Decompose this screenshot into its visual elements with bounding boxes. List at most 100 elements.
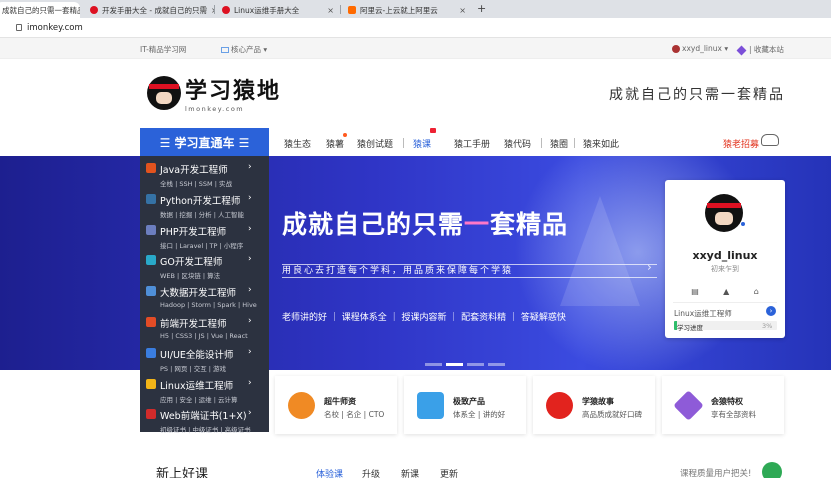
menu-item-title: Java开发工程师 xyxy=(160,165,228,176)
chevron-right-icon[interactable]: › xyxy=(647,260,652,274)
progress-value: 3% xyxy=(762,322,773,330)
menu-item-tags: 数据 | 挖掘 | 分析 | 人工智能 xyxy=(160,210,244,219)
category-icon xyxy=(146,409,156,420)
feature-membership[interactable]: 会猿特权 享有全部资料 xyxy=(662,376,784,434)
menu-item[interactable]: Linux运维工程师 › 应用 | 安全 | 运维 | 云计算 xyxy=(140,376,269,407)
chevron-right-icon: › xyxy=(248,223,252,234)
menu-item-tags: 全栈 | SSH | SSM | 实战 xyxy=(160,180,232,188)
logo-title: 学习猿地 xyxy=(185,78,282,104)
menu-item[interactable]: Java开发工程师 › 全栈 | SSH | SSM | 实战 xyxy=(140,160,269,191)
nav-item-yuanshu[interactable]: 猿薯 xyxy=(326,137,344,150)
menu-item[interactable]: GO开发工程师 › WEB | 区块链 | 算法 xyxy=(140,252,269,283)
menu-item[interactable]: Web前端证书(1+X) › 初级证书 | 中级证书 | 高级证书 xyxy=(140,406,269,437)
menu-item-title: PHP开发工程师 xyxy=(160,226,227,238)
menu-item-title: Web前端证书(1+X) xyxy=(160,411,247,423)
slide-dot[interactable] xyxy=(425,363,442,366)
close-icon[interactable]: × xyxy=(455,6,466,15)
close-icon[interactable]: × xyxy=(207,6,214,15)
user-menu[interactable]: xxyd_linux ▾ xyxy=(672,44,728,53)
site-logo[interactable]: 学习猿地 lmonkey.com xyxy=(147,73,281,113)
category-menu: Java开发工程师 › 全栈 | SSH | SSM | 实战 Python开发工程师… xyxy=(140,156,269,434)
tab-title: Linux运维手册大全 xyxy=(234,5,300,15)
online-status-icon xyxy=(740,221,746,227)
nav-item-code[interactable]: 猿代码 xyxy=(504,137,531,150)
browser-tab[interactable]: 开发手册大全 - 成就自己的只需 × xyxy=(84,2,214,18)
url-text[interactable]: imonkey.com xyxy=(27,23,83,33)
learning-category-button[interactable]: ☰ 学习直通车 ☰ xyxy=(140,128,269,156)
slide-indicators xyxy=(425,363,505,366)
nav-item-about[interactable]: 猿来如此 xyxy=(583,137,619,150)
user-name[interactable]: xxyd_linux xyxy=(665,249,785,262)
close-icon[interactable]: × xyxy=(323,6,334,15)
tab-new[interactable]: 新课 xyxy=(401,467,419,478)
nav-item-circle[interactable]: 猿圈 xyxy=(550,137,568,150)
menu-item[interactable]: Python开发工程师 › 数据 | 挖掘 | 分析 | 人工智能 xyxy=(140,191,269,222)
hot-badge xyxy=(430,128,436,133)
progress-label: 学习进度 xyxy=(677,324,703,332)
browser-tab[interactable]: 阿里云-上云就上阿里云 × xyxy=(342,2,472,18)
browser-tab[interactable]: Linux运维手册大全 × xyxy=(216,2,340,18)
menu-item-tags: PS | 网页 | 交互 | 游戏 xyxy=(160,364,227,373)
nav-divider xyxy=(574,138,575,148)
nav-item-ecosystem[interactable]: 猿生态 xyxy=(284,137,311,150)
nav-item-courses[interactable]: 猿课 xyxy=(413,137,431,150)
note-icon[interactable]: ▤ xyxy=(691,287,699,296)
category-icon xyxy=(146,317,156,327)
menu-item-tags: 接口 | Laravel | TP | 小程序 xyxy=(160,241,244,250)
category-icon xyxy=(146,255,156,266)
browser-tab-active[interactable]: 成就自己的只需一套精品 × xyxy=(0,2,80,18)
home-icon[interactable]: ⌂ xyxy=(754,287,759,296)
menu-item-title: 前端开发工程师 xyxy=(160,319,227,330)
menu-item[interactable]: UI/UE全能设计师 › PS | 网页 | 交互 | 游戏 xyxy=(140,345,269,376)
chevron-right-icon[interactable]: › xyxy=(766,306,776,316)
recruit-link[interactable]: 猿老招募 xyxy=(723,137,759,150)
browser-tab-strip: 成就自己的只需一套精品 × 开发手册大全 - 成就自己的只需 × Linux运维… xyxy=(0,0,831,18)
menu-item-tags: 初级证书 | 中级证书 | 高级证书 xyxy=(160,426,251,435)
section-title: 新上好课 xyxy=(156,467,209,478)
chevron-right-icon: › xyxy=(248,377,252,388)
feature-stories[interactable]: 学猿故事 高品质成就好口碑 xyxy=(533,376,655,434)
new-tab-button[interactable]: + xyxy=(477,2,486,15)
slide-dot[interactable] xyxy=(446,363,463,366)
banner-title: 成就自己的只需一套精品 xyxy=(282,210,569,239)
category-icon xyxy=(146,347,156,358)
category-icon xyxy=(146,286,156,297)
chevron-right-icon: › xyxy=(248,346,252,357)
handshake-icon xyxy=(761,134,779,146)
core-products-dropdown[interactable]: 核心产品 ▾ xyxy=(219,44,267,55)
lock-icon xyxy=(16,24,22,31)
chevron-right-icon: › xyxy=(248,192,252,203)
slide-dot[interactable] xyxy=(488,363,505,366)
bell-icon[interactable]: ▲ xyxy=(723,287,729,296)
tab-upgrade[interactable]: 升级 xyxy=(362,467,380,478)
menu-item[interactable]: PHP开发工程师 › 接口 | Laravel | TP | 小程序 xyxy=(140,222,269,253)
logo-domain: lmonkey.com xyxy=(185,105,245,113)
user-avatar[interactable] xyxy=(705,194,743,232)
feedback-button[interactable] xyxy=(762,462,782,478)
nav-divider xyxy=(403,138,404,148)
tab-divider xyxy=(214,5,215,14)
site-name-link[interactable]: IT-精品学习网 xyxy=(140,44,186,55)
nav-item-manual[interactable]: 猿工手册 xyxy=(454,137,490,150)
favorite-site-link[interactable]: | 收藏本站 xyxy=(734,44,784,55)
category-icon xyxy=(146,224,156,235)
feature-products[interactable]: 极致产品 体系全 | 讲的好 xyxy=(404,376,526,434)
monkey-logo-icon xyxy=(147,76,181,110)
menu-item[interactable]: 大数据开发工程师 › Hadoop | Storm | Spark | Hive xyxy=(140,283,269,314)
tab-divider xyxy=(340,5,341,14)
feature-teachers[interactable]: 超牛师资 名校 | 名企 | CTO xyxy=(275,376,397,434)
nav-item-quiz[interactable]: 猿创试题 xyxy=(357,137,393,150)
aliyun-favicon-icon xyxy=(348,6,356,14)
tab-trial[interactable]: 体验课 xyxy=(316,467,343,478)
tab-update[interactable]: 更新 xyxy=(440,467,458,478)
video-icon xyxy=(417,392,444,419)
slide-dot[interactable] xyxy=(467,363,484,366)
menu-item-title: UI/UE全能设计师 xyxy=(160,349,234,361)
address-bar[interactable]: imonkey.com xyxy=(0,18,831,38)
monkey-favicon-icon xyxy=(90,6,98,14)
menu-item-title: Python开发工程师 xyxy=(160,195,241,207)
current-course[interactable]: Linux运维工程师 xyxy=(674,308,732,319)
chevron-right-icon: › xyxy=(248,254,252,265)
menu-item[interactable]: 前端开发工程师 › H5 | CSS3 | JS | Vue | React xyxy=(140,314,269,345)
menu-item-title: 大数据开发工程师 xyxy=(160,288,237,300)
